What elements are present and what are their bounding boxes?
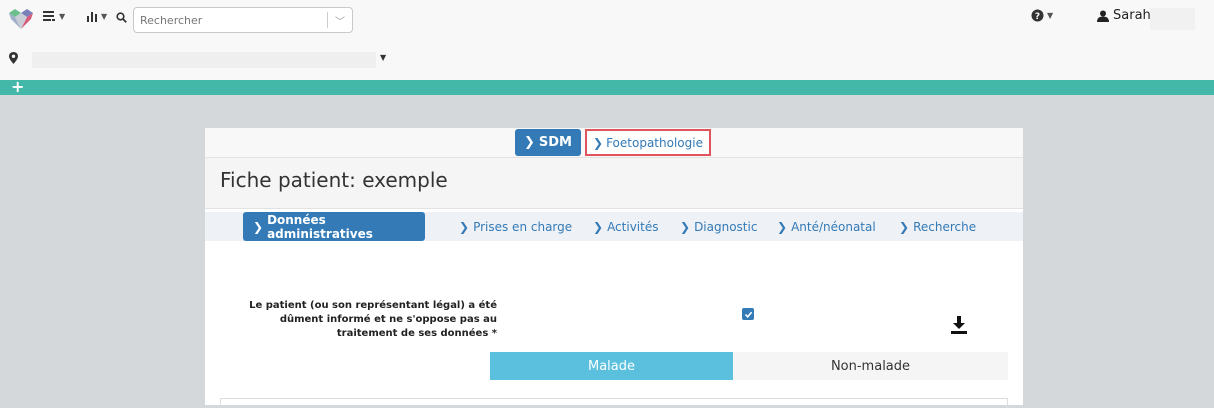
tab-diagnostic[interactable]: ❯ Diagnostic [680, 212, 757, 241]
tab-ante-neonatal[interactable]: ❯ Anté/néonatal [777, 212, 876, 241]
page-title: Fiche patient: exemple [220, 168, 448, 192]
tab-label: Anté/néonatal [791, 219, 876, 234]
stats-menu-button[interactable]: ▼ [86, 10, 107, 22]
search-input[interactable] [134, 8, 319, 32]
chevron-right-icon: ❯ [593, 135, 604, 150]
consent-line: traitement de ses données * [336, 328, 497, 339]
consent-checkbox[interactable] [742, 308, 754, 320]
search-box[interactable]: ﹀ [133, 7, 353, 33]
plus-icon[interactable]: + [11, 77, 24, 96]
action-bar: + [0, 77, 1214, 96]
tab-foetopathologie-label: Foetopathologie [606, 135, 703, 150]
title-area: Fiche patient: exemple [205, 157, 1023, 209]
tab-activites[interactable]: ❯ Activités [593, 212, 658, 241]
chevron-right-icon: ❯ [459, 219, 470, 234]
list-icon [43, 11, 55, 21]
tab-label: Diagnostic [694, 219, 758, 234]
tab-label: Prises en charge [473, 219, 573, 234]
download-icon[interactable] [951, 316, 967, 334]
consent-label: Le patient (ou son représentant légal) a… [215, 299, 497, 341]
status-non-malade-button[interactable]: Non-malade [733, 352, 1008, 380]
search-separator [327, 12, 328, 28]
tab-recherche[interactable]: ❯ Recherche [899, 212, 976, 241]
caret-down-icon: ▼ [1047, 11, 1054, 20]
user-name: Sarah [1113, 8, 1151, 23]
caret-down-icon: ▼ [59, 11, 66, 21]
list-menu-button[interactable]: ▼ [43, 10, 65, 22]
status-malade-button[interactable]: Malade [490, 352, 733, 380]
tab-prises-en-charge[interactable]: ❯ Prises en charge [459, 212, 572, 241]
patient-card: ❯ SDM ❯ Foetopathologie Fiche patient: e… [205, 128, 1023, 408]
bar-chart-icon [87, 12, 97, 22]
location-value[interactable] [32, 52, 376, 68]
chevron-right-icon: ❯ [593, 219, 604, 234]
content-panel [220, 398, 1008, 408]
tab-label: Activités [607, 219, 659, 234]
chevron-down-icon[interactable]: ﹀ [335, 13, 345, 28]
tab-label: Recherche [913, 219, 977, 234]
help-menu-button[interactable]: ? ▼ [1031, 9, 1053, 22]
tab-sdm[interactable]: ❯ SDM [515, 129, 581, 156]
caret-down-icon: ▼ [101, 11, 108, 21]
caret-down-icon[interactable]: ▼ [380, 53, 386, 62]
top-navbar: ▼ ▼ ﹀ ? ▼ Sarah [0, 0, 1214, 80]
check-icon [744, 311, 752, 318]
question-circle-icon: ? [1031, 9, 1044, 22]
tab-donnees-administratives[interactable]: ❯ Données administratives [243, 212, 425, 241]
chevron-right-icon: ❯ [680, 219, 691, 234]
map-pin-icon [9, 52, 18, 64]
logo-icon[interactable] [7, 7, 35, 31]
svg-text:?: ? [1035, 12, 1040, 22]
user-name-redacted [1150, 8, 1195, 30]
chevron-right-icon: ❯ [524, 135, 535, 150]
user-menu-button[interactable]: Sarah [1097, 8, 1151, 23]
tab-label: Données administratives [267, 212, 373, 241]
chevron-right-icon: ❯ [253, 219, 264, 234]
search-icon [116, 12, 127, 23]
consent-line: dûment informé et ne s'oppose pas au [279, 314, 497, 325]
consent-line: Le patient (ou son représentant légal) a… [249, 300, 497, 311]
location-selector[interactable]: ▼ [0, 48, 400, 72]
patient-subtabs: ❯ Données administratives ❯ Prises en ch… [205, 212, 1023, 241]
tab-foetopathologie[interactable]: ❯ Foetopathologie [585, 129, 711, 156]
user-icon [1097, 10, 1109, 22]
site-tabs: ❯ SDM ❯ Foetopathologie [205, 128, 1023, 157]
chevron-right-icon: ❯ [899, 219, 910, 234]
tab-sdm-label: SDM [538, 135, 572, 150]
chevron-right-icon: ❯ [777, 219, 788, 234]
